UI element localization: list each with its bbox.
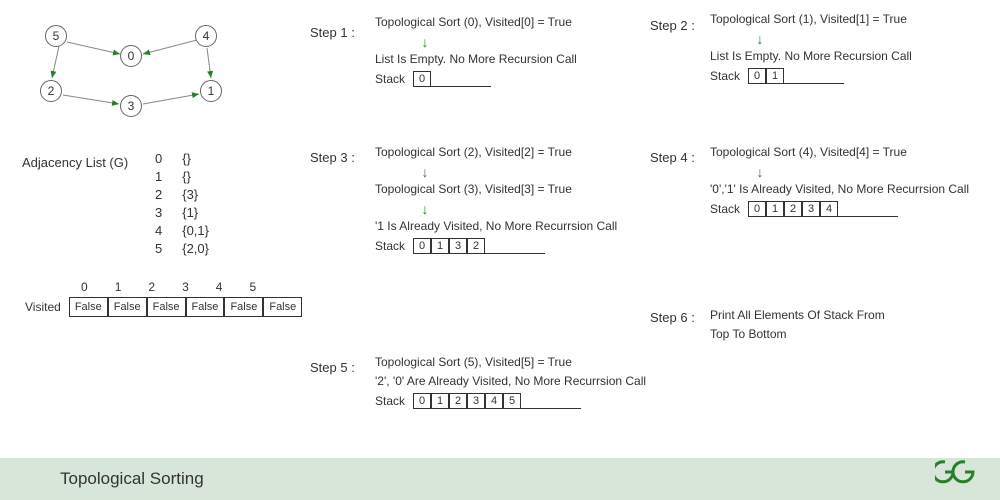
- graph-node: 4: [195, 25, 217, 47]
- stack-cell: 0: [413, 71, 431, 87]
- step6-label: Step 6 :: [650, 310, 695, 325]
- visited-headers: 012345: [81, 280, 302, 294]
- visited-cell: False: [147, 297, 186, 317]
- stack-cell: 4: [485, 393, 503, 409]
- visited-cell: False: [186, 297, 225, 317]
- stack-cell: 3: [467, 393, 485, 409]
- visited-cell: False: [108, 297, 147, 317]
- adjacency-list-label: Adjacency List (G): [22, 155, 128, 170]
- stack-cell: 5: [503, 393, 521, 409]
- step5-label: Step 5 :: [310, 360, 355, 375]
- step6: Print All Elements Of Stack From Top To …: [710, 308, 885, 346]
- stack-cell: 1: [766, 201, 784, 217]
- step2-label: Step 2 :: [650, 18, 695, 33]
- stack-cell: 3: [449, 238, 467, 254]
- graph-node: 2: [40, 80, 62, 102]
- stack-cell: 0: [748, 68, 766, 84]
- graph-node: 5: [45, 25, 67, 47]
- adjacency-list: 0{}1{}2{3}3{1}4{0,1}5{2,0}: [155, 150, 209, 258]
- stack-cell: 1: [431, 393, 449, 409]
- step3-label: Step 3 :: [310, 150, 355, 165]
- arrow-down-icon: ↓: [710, 164, 810, 180]
- stack-cell: 4: [820, 201, 838, 217]
- step4-label: Step 4 :: [650, 150, 695, 165]
- stack-cell: 0: [413, 238, 431, 254]
- step4: Topological Sort (4), Visited[4] = True …: [710, 145, 969, 217]
- step1: Topological Sort (0), Visited[0] = True …: [375, 15, 577, 87]
- adj-row: 4{0,1}: [155, 222, 209, 240]
- visited-label: Visited: [25, 300, 61, 314]
- stack-cell: 0: [748, 201, 766, 217]
- logo-icon: [935, 459, 975, 492]
- stack-cell: 2: [467, 238, 485, 254]
- arrow-down-icon: ↓: [375, 201, 475, 217]
- step3: Topological Sort (2), Visited[2] = True …: [375, 145, 617, 254]
- graph-node: 3: [120, 95, 142, 117]
- visited-cell: False: [69, 297, 108, 317]
- graph-node: 0: [120, 45, 142, 67]
- stack-cell: 0: [413, 393, 431, 409]
- footer-bar: Topological Sorting: [0, 458, 1000, 500]
- adj-row: 5{2,0}: [155, 240, 209, 258]
- stack-cell: 1: [431, 238, 449, 254]
- graph-node: 1: [200, 80, 222, 102]
- visited-cell: False: [263, 297, 302, 317]
- step2: Topological Sort (1), Visited[1] = True …: [710, 12, 912, 84]
- adj-row: 1{}: [155, 168, 209, 186]
- stack-cell: 1: [766, 68, 784, 84]
- adj-row: 0{}: [155, 150, 209, 168]
- adj-row: 2{3}: [155, 186, 209, 204]
- arrow-down-icon: ↓: [375, 164, 475, 180]
- footer-title: Topological Sorting: [60, 469, 204, 489]
- graph-diagram: 0 1 2 3 4 5: [25, 20, 245, 120]
- stack-cell: 2: [449, 393, 467, 409]
- visited-cells: FalseFalseFalseFalseFalseFalse: [69, 297, 302, 317]
- visited-cell: False: [224, 297, 263, 317]
- adj-row: 3{1}: [155, 204, 209, 222]
- step5: Topological Sort (5), Visited[5] = True …: [375, 355, 646, 409]
- stack-cell: 3: [802, 201, 820, 217]
- arrow-down-icon: ↓: [375, 34, 475, 50]
- step1-label: Step 1 :: [310, 25, 355, 40]
- visited-array: 012345 Visited FalseFalseFalseFalseFalse…: [25, 280, 302, 317]
- arrow-down-icon: ↓: [710, 31, 810, 47]
- stack-cell: 2: [784, 201, 802, 217]
